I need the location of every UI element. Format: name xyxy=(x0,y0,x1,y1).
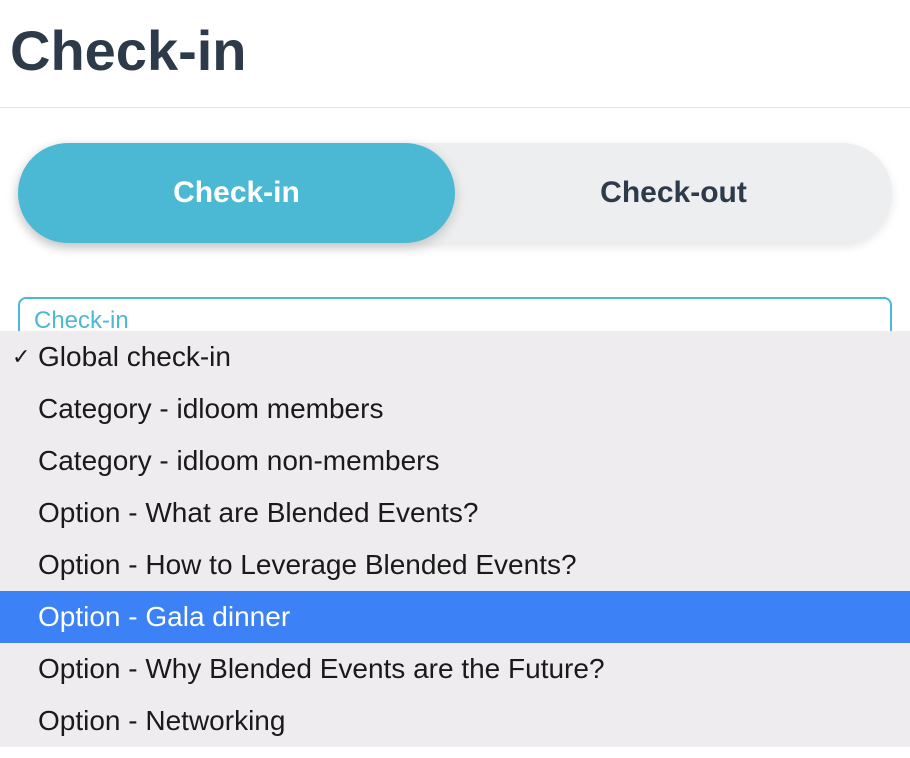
checkin-dropdown: ✓ Global check-in Category - idloom member… xyxy=(0,331,910,747)
dropdown-option-label: Option - What are Blended Events? xyxy=(38,499,478,527)
checkin-select-container: Check-in ✓Global check-inCategory - idlo… xyxy=(18,297,892,357)
dropdown-option[interactable]: Category - idloom members xyxy=(0,383,910,435)
dropdown-option-label: Category - idloom non-members xyxy=(38,447,440,475)
check-icon: ✓ xyxy=(12,346,30,368)
dropdown-option[interactable]: Option - Gala dinner xyxy=(0,591,910,643)
checkin-toggle: Check-in Check-out xyxy=(18,143,892,243)
dropdown-option[interactable]: ✓ Global check-in xyxy=(0,331,910,383)
header-divider xyxy=(0,107,910,108)
dropdown-option[interactable]: Category - idloom non-members xyxy=(0,435,910,487)
checkin-tab[interactable]: Check-in xyxy=(18,143,455,243)
dropdown-option[interactable]: Option - How to Leverage Blended Events? xyxy=(0,539,910,591)
page-title: Check-in xyxy=(0,0,910,107)
dropdown-option[interactable]: Option - Why Blended Events are the Futu… xyxy=(0,643,910,695)
checkout-tab[interactable]: Check-out xyxy=(455,143,892,243)
dropdown-option[interactable]: Option - What are Blended Events? xyxy=(0,487,910,539)
dropdown-option-label: Category - idloom members xyxy=(38,395,383,423)
dropdown-option-label: Option - How to Leverage Blended Events? xyxy=(38,551,577,579)
dropdown-option[interactable]: Option - Networking xyxy=(0,695,910,747)
dropdown-option-label: Global check-in xyxy=(38,343,231,371)
dropdown-option-label: Option - Gala dinner xyxy=(38,603,290,631)
dropdown-option-label: Option - Why Blended Events are the Futu… xyxy=(38,655,605,683)
dropdown-option-label: Option - Networking xyxy=(38,707,285,735)
